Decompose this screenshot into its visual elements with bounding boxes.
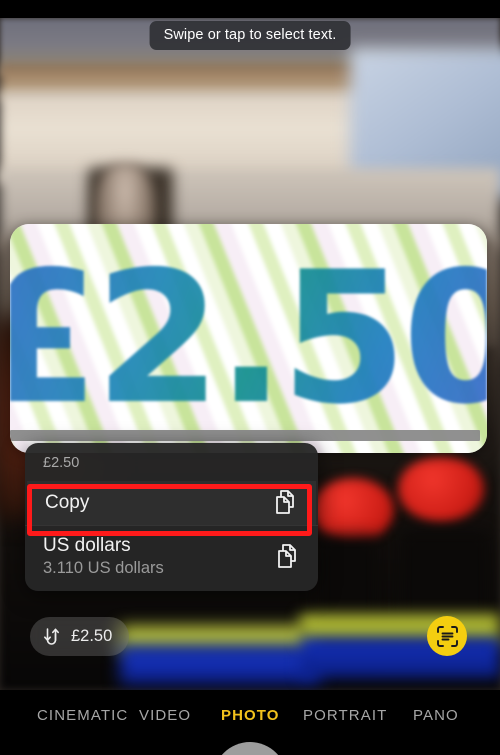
camera-mode-video[interactable]: VIDEO xyxy=(139,707,191,724)
context-menu-item-copy[interactable]: Copy xyxy=(27,481,316,525)
live-text-button[interactable] xyxy=(427,616,467,656)
live-text-scan-icon xyxy=(436,625,459,648)
camera-mode-cinematic[interactable]: CINEMATIC xyxy=(37,707,128,724)
us-dollars-label: US dollars xyxy=(43,535,131,556)
copy-icon[interactable] xyxy=(274,543,300,571)
context-menu-header: £2.50 xyxy=(43,455,80,471)
camera-mode-portrait[interactable]: PORTRAIT xyxy=(303,707,387,724)
text-actions-context-menu: £2.50 Copy US dollars 3.110 US dollars xyxy=(25,443,318,591)
us-dollars-converted-value: 3.110 US dollars xyxy=(43,559,164,577)
text-magnifier-loupe[interactable]: £2.50 xyxy=(10,224,487,453)
scene-price-tag-red-2 xyxy=(398,456,484,522)
status-bar-strip xyxy=(0,0,500,18)
camera-mode-pano[interactable]: PANO xyxy=(413,707,459,724)
copy-icon xyxy=(272,489,298,517)
camera-mode-selector[interactable]: CINEMATIC VIDEO PHOTO PORTRAIT PANO xyxy=(0,702,500,728)
camera-mode-photo[interactable]: PHOTO xyxy=(221,707,280,724)
currency-chip-label: £2.50 xyxy=(71,627,113,645)
us-dollars-text-group: US dollars 3.110 US dollars xyxy=(43,535,164,578)
currency-conversion-chip[interactable]: £2.50 xyxy=(30,617,130,656)
copy-item-label: Copy xyxy=(45,492,90,513)
loupe-scrollbar[interactable] xyxy=(10,430,480,441)
scene-band-blue-left xyxy=(120,646,320,684)
context-menu-item-us-dollars[interactable]: US dollars 3.110 US dollars xyxy=(25,526,318,591)
scene-price-tag-red-1 xyxy=(312,478,394,542)
swap-arrows-icon xyxy=(43,626,62,648)
loupe-magnified-text: £2.50 xyxy=(10,224,487,453)
select-text-hint: Swipe or tap to select text. xyxy=(149,21,351,50)
camera-live-text-screen: Swipe or tap to select text. £2.50 £2.50… xyxy=(0,0,500,755)
scene-band-blue-right xyxy=(300,638,500,678)
